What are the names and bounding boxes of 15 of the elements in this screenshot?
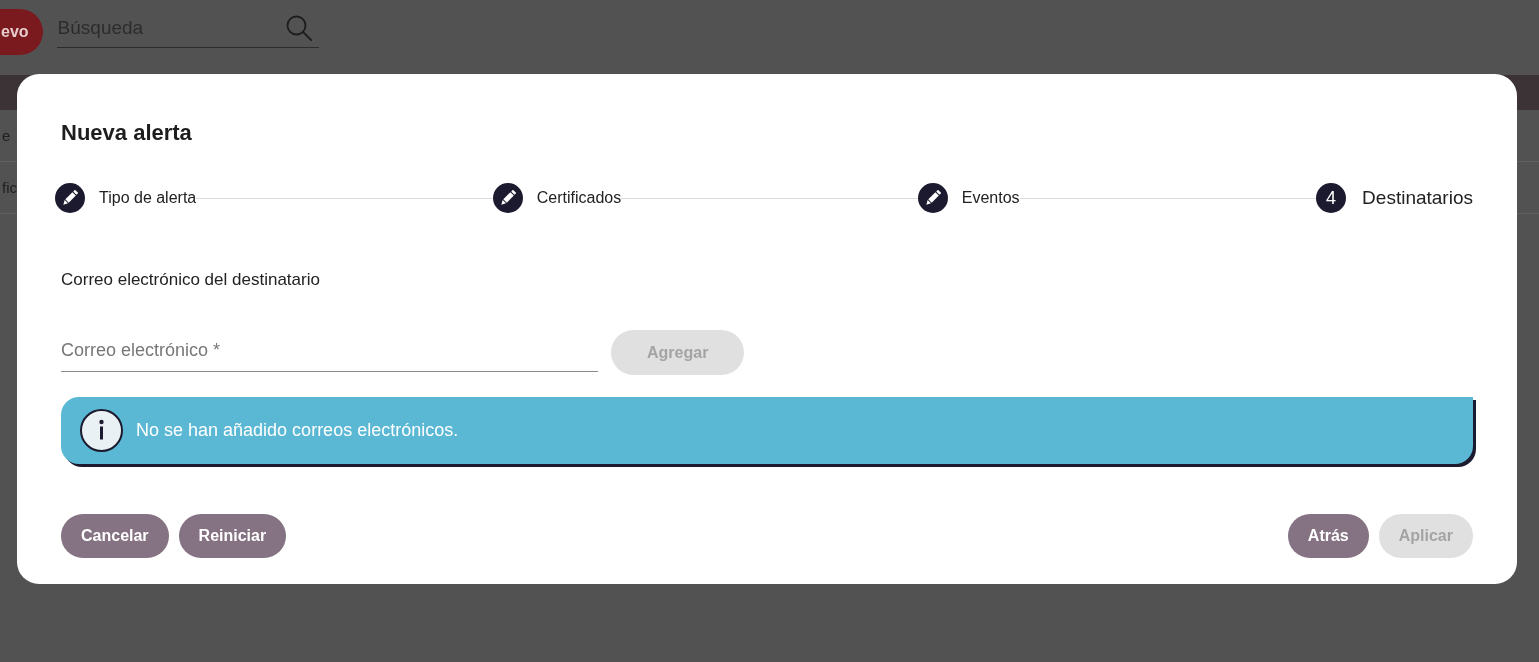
step-number: 4 [1316, 183, 1347, 213]
step-label: Tipo de alerta [99, 189, 197, 207]
section-label: Correo electrónico del destinatario [61, 269, 320, 291]
step-label: Eventos [961, 189, 1020, 207]
new-button[interactable]: evo [0, 9, 43, 55]
info-icon [80, 409, 123, 452]
back-button[interactable]: Atrás [1287, 514, 1369, 558]
dialog-title: Nueva alerta [61, 119, 192, 147]
email-field[interactable]: Correo electrónico * [61, 330, 598, 372]
step-label: Destinatarios [1362, 187, 1473, 209]
info-message: No se han añadido correos electrónicos. [136, 420, 459, 441]
cancel-button[interactable]: Cancelar [61, 514, 169, 558]
reset-button[interactable]: Reiniciar [178, 514, 287, 558]
search-icon[interactable] [285, 15, 312, 41]
step-label: Certificados [536, 189, 622, 207]
